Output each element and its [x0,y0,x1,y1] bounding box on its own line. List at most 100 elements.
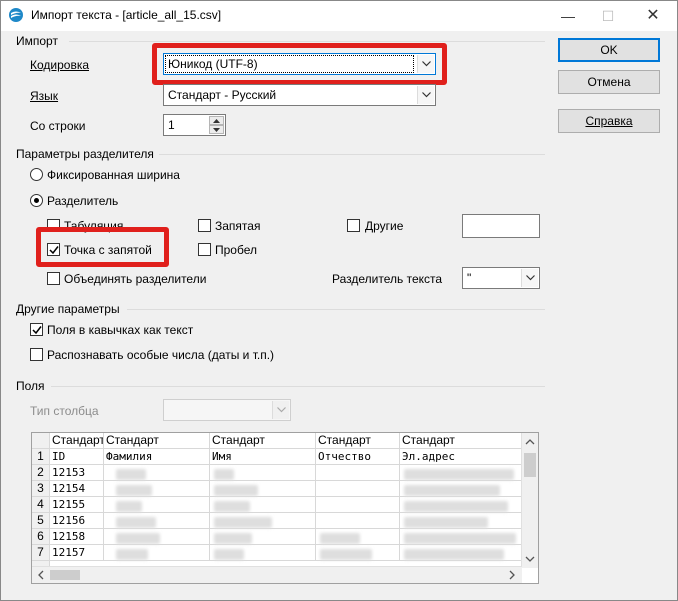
fixed-width-radio[interactable] [30,168,43,181]
grid-cell: 12154 [50,481,104,497]
separated-radio[interactable] [30,194,43,207]
space-checkbox[interactable] [198,243,211,256]
comma-checkbox[interactable] [198,219,211,232]
chevron-down-icon[interactable] [417,86,434,104]
row-number: 7 [32,545,50,561]
fields-group-divider [51,386,545,387]
text-delimiter-label: Разделитель текста [332,272,443,286]
grid-cell: 12158 [50,529,104,545]
column-type-header[interactable]: Стандарт [316,433,400,449]
chevron-down-icon[interactable] [521,269,538,287]
chevron-down-icon [272,401,289,419]
redacted-cell [214,549,244,560]
detect-special-numbers-checkbox[interactable] [30,348,43,361]
from-row-spinner[interactable]: 1 [163,114,226,136]
language-select[interactable]: Стандарт - Русский [163,84,436,106]
language-label: Язык [30,89,59,103]
redacted-cell [116,501,142,512]
redacted-cell [214,517,272,528]
other-separator-input[interactable] [462,214,540,238]
column-type-header[interactable]: Стандарт [400,433,522,449]
grid-cell: Эл.адрес [400,449,522,465]
preview-grid[interactable]: Стандарт Стандарт Стандарт Стандарт Стан… [31,432,539,584]
redacted-cell [404,501,508,512]
redacted-cell [116,549,148,560]
row-number: 4 [32,497,50,513]
vertical-scrollbar[interactable] [521,433,538,568]
scroll-up-icon [525,439,535,445]
column-type-header[interactable]: Стандарт [50,433,104,449]
help-button[interactable]: Справка [558,109,660,133]
text-delimiter-value: " [467,271,472,285]
space-label: Пробел [215,243,257,257]
redacted-cell [404,517,488,528]
spin-down-icon[interactable] [209,125,224,134]
redacted-cell [214,469,234,480]
title-bar[interactable]: Импорт текста - [article_all_15.csv] — ☐… [1,1,677,31]
other-options-divider [127,309,545,310]
spin-up-icon[interactable] [209,116,224,125]
redacted-cell [404,485,500,496]
checkmark-icon [32,326,42,335]
ok-button[interactable]: OK [558,38,660,62]
grid-cell: 12155 [50,497,104,513]
vertical-scroll-thumb[interactable] [524,453,536,477]
row-number: 3 [32,481,50,497]
column-type-header[interactable]: Стандарт [104,433,210,449]
language-value: Стандарт - Русский [168,88,277,102]
redacted-cell [116,485,152,496]
cancel-button[interactable]: Отмена [558,70,660,94]
encoding-label: Кодировка [30,58,90,72]
other-checkbox[interactable] [347,219,360,232]
other-label: Другие [365,219,404,233]
scroll-right-icon [509,570,515,580]
comma-label: Запятая [215,219,261,233]
quoted-as-text-checkbox[interactable] [30,323,43,336]
grid-cell: 12156 [50,513,104,529]
libreoffice-icon [8,7,24,23]
merge-delimiters-checkbox[interactable] [47,272,60,285]
redacted-cell [214,533,252,544]
help-label: Справка [585,114,633,128]
row-number: 6 [32,529,50,545]
grid-cell: 12153 [50,465,104,481]
separator-group-title: Параметры разделителя [16,147,154,161]
column-type-label: Тип столбца [30,404,99,418]
separator-group-divider [159,154,545,155]
grid-cell: Имя [210,449,316,465]
detect-special-numbers-label: Распознавать особые числа (даты и т.п.) [47,348,275,362]
redacted-cell [116,469,146,480]
minimize-icon[interactable]: — [546,1,590,31]
grid-cell: 12157 [50,545,104,561]
grid-col-line [315,465,316,561]
scroll-left-icon [38,570,44,580]
column-type-select [163,399,291,421]
window-title: Импорт текста - [article_all_15.csv] [31,8,222,22]
spin-buttons [209,116,224,134]
redacted-cell [404,549,504,560]
grid-cell: ID [50,449,104,465]
import-text-dialog: Импорт текста - [article_all_15.csv] — ☐… [0,0,678,601]
quoted-as-text-label: Поля в кавычках как текст [47,323,194,337]
row-number: 2 [32,465,50,481]
horizontal-scrollbar[interactable] [32,566,522,583]
highlight-semicolon [36,227,169,267]
close-icon[interactable]: ✕ [631,1,675,31]
redacted-cell [214,501,250,512]
grid-col-line [209,465,210,561]
column-type-header[interactable]: Стандарт [210,433,316,449]
grid-cell: Фамилия [104,449,210,465]
maximize-icon: ☐ [601,8,615,24]
grid-corner [32,433,50,449]
row-number: 5 [32,513,50,529]
scroll-down-icon [525,556,535,562]
row-number: 1 [32,449,50,465]
redacted-cell [320,549,372,560]
text-delimiter-select[interactable]: " [462,267,540,289]
redacted-cell [116,517,156,528]
redacted-cell [404,533,516,544]
radio-dot-icon [34,198,39,203]
separated-label: Разделитель [47,194,119,208]
grid-col-line [399,465,400,561]
horizontal-scroll-thumb[interactable] [50,570,80,580]
